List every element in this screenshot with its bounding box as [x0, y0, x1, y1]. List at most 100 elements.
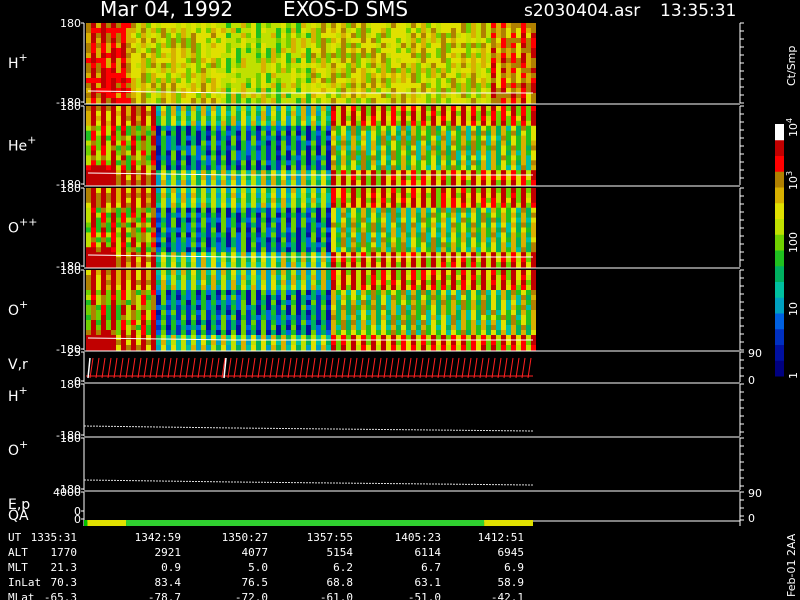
heat-cell: [531, 125, 536, 132]
heat-cell: [271, 93, 276, 99]
heat-cell: [456, 165, 461, 171]
heat-cell: [506, 106, 511, 112]
heat-cell: [431, 155, 436, 161]
heat-cell: [251, 165, 256, 171]
heat-cell: [531, 83, 536, 89]
heat-cell: [131, 280, 136, 286]
heat-cell: [186, 242, 191, 248]
heat-cell: [191, 275, 196, 281]
heat-cell: [266, 232, 271, 238]
heat-cell: [211, 78, 216, 84]
heat-cell: [231, 33, 236, 39]
heat-cell: [221, 242, 226, 248]
heat-cell: [86, 43, 91, 49]
heat-cell: [531, 110, 536, 117]
heat-cell: [276, 155, 281, 161]
heat-cell: [176, 155, 181, 161]
heat-cell: [271, 150, 276, 156]
heat-cell: [401, 125, 406, 132]
heat-cell: [211, 68, 216, 74]
heat-cell: [501, 58, 506, 64]
heat-cell: [166, 310, 171, 316]
heat-cell: [246, 222, 251, 228]
heat-cell: [381, 192, 386, 199]
heat-cell: [206, 38, 211, 44]
heat-cell: [391, 192, 396, 199]
heat-cell: [111, 110, 116, 117]
heat-cell: [391, 33, 396, 39]
heat-cell: [311, 28, 316, 34]
heat-cell: [96, 115, 101, 122]
heat-cell: [281, 150, 286, 156]
heat-cell: [346, 217, 351, 224]
heat-cell: [176, 165, 181, 171]
heat-cell: [171, 270, 176, 276]
heat-cell: [231, 180, 236, 186]
heat-cell: [346, 115, 351, 122]
heat-cell: [401, 93, 406, 99]
heat-cell: [501, 125, 506, 132]
heat-cell: [251, 202, 256, 209]
heat-cell: [516, 43, 521, 49]
heat-cell: [156, 330, 161, 336]
heat-cell: [91, 197, 96, 204]
heat-cell: [146, 237, 151, 243]
heat-cell: [416, 165, 421, 171]
heat-cell: [221, 295, 226, 301]
heat-cell: [416, 73, 421, 79]
heat-cell: [241, 130, 246, 137]
heat-cell: [186, 217, 191, 224]
heat-cell: [276, 145, 281, 151]
heat-cell: [446, 180, 451, 186]
heat-cell: [131, 28, 136, 34]
heat-cell: [271, 192, 276, 199]
heat-cell: [146, 340, 151, 346]
heat-cell: [241, 237, 246, 243]
heat-cell: [271, 197, 276, 204]
heat-cell: [221, 83, 226, 89]
heat-cell: [396, 192, 401, 199]
heat-cell: [456, 222, 461, 228]
heat-cell: [276, 38, 281, 44]
heat-cell: [261, 73, 266, 79]
heat-cell: [186, 300, 191, 306]
heat-cell: [386, 192, 391, 199]
heat-cell: [191, 310, 196, 316]
heat-cell: [421, 165, 426, 171]
heat-cell: [461, 110, 466, 117]
heat-cell: [331, 202, 336, 209]
heat-cell: [511, 140, 516, 146]
heat-cell: [166, 78, 171, 84]
heat-cell: [481, 242, 486, 248]
heat-cell: [501, 28, 506, 34]
heat-cell: [221, 305, 226, 311]
heat-cell: [376, 242, 381, 248]
heat-cell: [191, 43, 196, 49]
heat-cell: [211, 275, 216, 281]
heat-cell: [526, 175, 531, 181]
heat-cell: [481, 150, 486, 156]
heat-cell: [321, 115, 326, 122]
heat-cell: [506, 150, 511, 156]
heat-cell: [131, 106, 136, 112]
heat-cell: [486, 232, 491, 238]
heat-cell: [236, 325, 241, 331]
heat-cell: [116, 120, 121, 127]
heat-cell: [356, 155, 361, 161]
heat-cell: [521, 125, 526, 132]
heat-cell: [186, 188, 191, 194]
heat-cell: [151, 310, 156, 316]
heat-cell: [446, 145, 451, 151]
heat-cell: [521, 120, 526, 127]
heat-cell: [236, 63, 241, 69]
heat-cell: [126, 120, 131, 127]
heat-cell: [121, 88, 126, 94]
heat-cell: [381, 165, 386, 171]
heat-cell: [116, 262, 121, 268]
heat-cell: [306, 33, 311, 39]
heat-cell: [476, 135, 481, 142]
heat-cell: [346, 83, 351, 89]
heat-cell: [336, 78, 341, 84]
heat-cell: [121, 237, 126, 243]
heat-cell: [166, 63, 171, 69]
